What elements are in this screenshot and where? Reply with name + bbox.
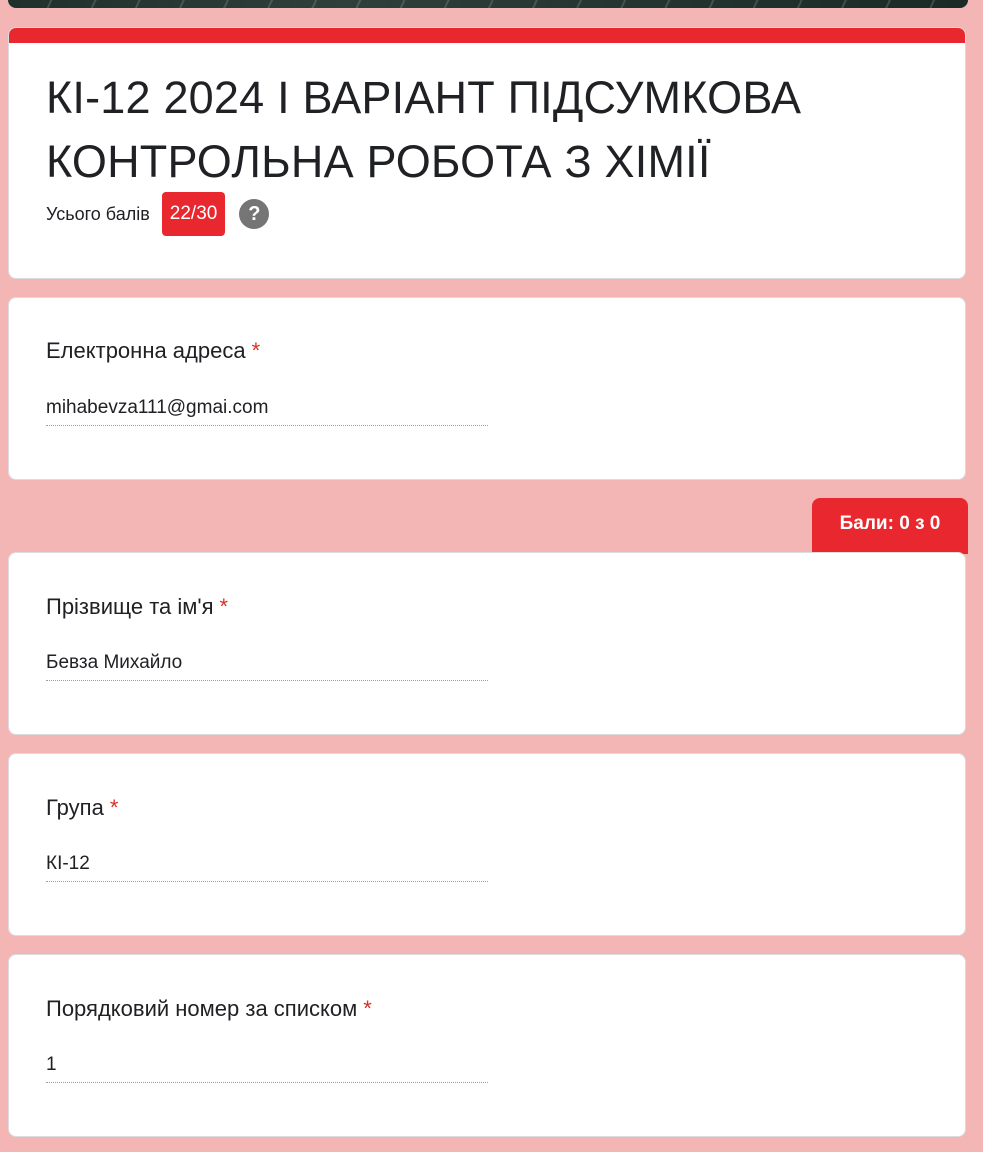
header-banner-image <box>8 0 968 8</box>
question-title: Група * <box>46 795 118 821</box>
question-title: Електронна адреса * <box>46 338 260 364</box>
required-asterisk: * <box>251 338 261 363</box>
form-title: КІ-12 2024 І ВАРІАНТ ПІДСУМКОВА КОНТРОЛЬ… <box>46 72 802 187</box>
question-card-name: Прізвище та ім'я * Бевза Михайло <box>8 552 966 735</box>
total-score-label: Усього балів <box>46 203 150 224</box>
question-label: Група <box>46 795 104 820</box>
question-label: Порядковий номер за списком <box>46 996 358 1021</box>
required-asterisk: * <box>363 996 372 1021</box>
section-score-badge: Бали: 0 з 0 <box>812 498 968 554</box>
question-title: Порядковий номер за списком * <box>46 996 372 1022</box>
total-score-row: Усього балів 22/30 ? <box>46 192 270 236</box>
question-label: Прізвище та ім'я <box>46 594 214 619</box>
number-answer: 1 <box>46 1054 488 1083</box>
total-score-badge: 22/30 <box>161 192 226 236</box>
required-asterisk: * <box>219 594 229 619</box>
question-card-group: Група * КІ-12 <box>8 753 966 936</box>
accent-stripe <box>9 28 965 43</box>
help-circle-icon[interactable]: ? <box>239 199 270 229</box>
question-title: Прізвище та ім'я * <box>46 594 228 620</box>
email-answer: mihabevza111@gmai.com <box>46 397 488 426</box>
group-answer: КІ-12 <box>46 853 488 882</box>
form-header-card: КІ-12 2024 І ВАРІАНТ ПІДСУМКОВА КОНТРОЛЬ… <box>8 27 966 279</box>
question-label: Електронна адреса <box>46 338 246 363</box>
question-card-number: Порядковий номер за списком * 1 <box>8 954 966 1137</box>
required-asterisk: * <box>109 795 119 820</box>
question-card-email: Електронна адреса * mihabevza111@gmai.com <box>8 297 966 480</box>
name-answer: Бевза Михайло <box>46 652 488 681</box>
